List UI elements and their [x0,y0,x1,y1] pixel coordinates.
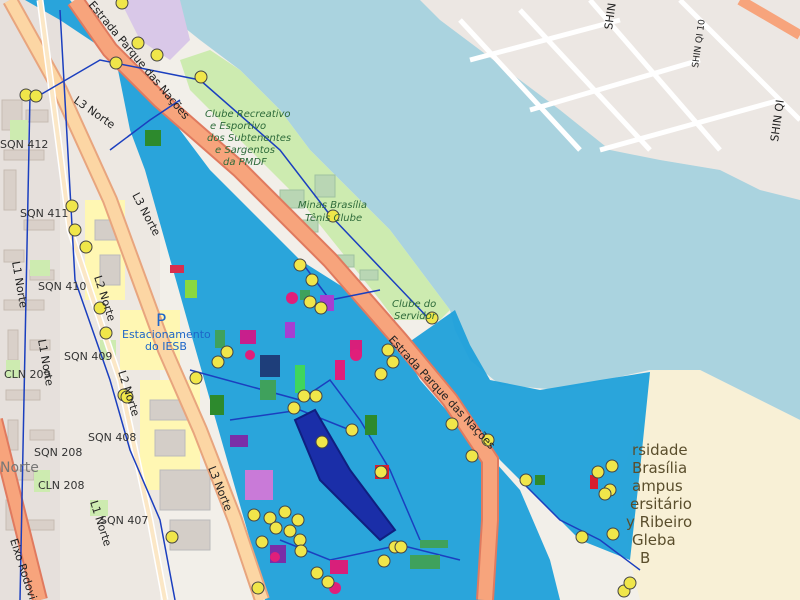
district-cln208: CLN 208 [38,479,85,492]
district-cln209: CLN 209 [4,368,51,381]
label-servidor-1: Clube do [392,299,436,310]
district-sqn412: SQN 412 [0,138,48,151]
district-sqn407: SQN 407 [100,514,148,527]
label-servidor-2: Servidor [394,311,437,322]
label-univ-2: Brasília [632,459,687,477]
district-norte: Norte [0,460,39,476]
label-minas-1: Minas Brasília [298,199,367,211]
map-canvas[interactable]: Estrada Parque das Nações Estrada Parque… [0,0,800,600]
label-clube-1: Clube Recreativo [205,109,291,120]
label-univ-1: rsidade [632,441,688,459]
label-minas-2: Tênis Clube [305,212,362,224]
label-univ-6: Gleba [632,531,676,549]
district-sqn411: SQN 411 [20,207,68,220]
label-parking-2: do IESB [145,340,187,353]
label-clube-2: e Esportivo [210,121,266,132]
label-clube-5: da PMDF [223,157,267,168]
label-univ-3: ampus [632,477,683,495]
district-sqn409: SQN 409 [64,350,112,363]
label-clube-4: e Sargentos [215,145,275,156]
district-sqn408: SQN 408 [88,431,136,444]
label-univ-4: ersitário [630,495,692,513]
label-univ-5: y Ribeiro [626,513,692,531]
district-sqn410: SQN 410 [38,280,86,293]
district-sqn208: SQN 208 [34,446,82,459]
label-clube-3: dos Subtenentes [207,133,291,144]
label-univ-7: B [640,549,650,567]
